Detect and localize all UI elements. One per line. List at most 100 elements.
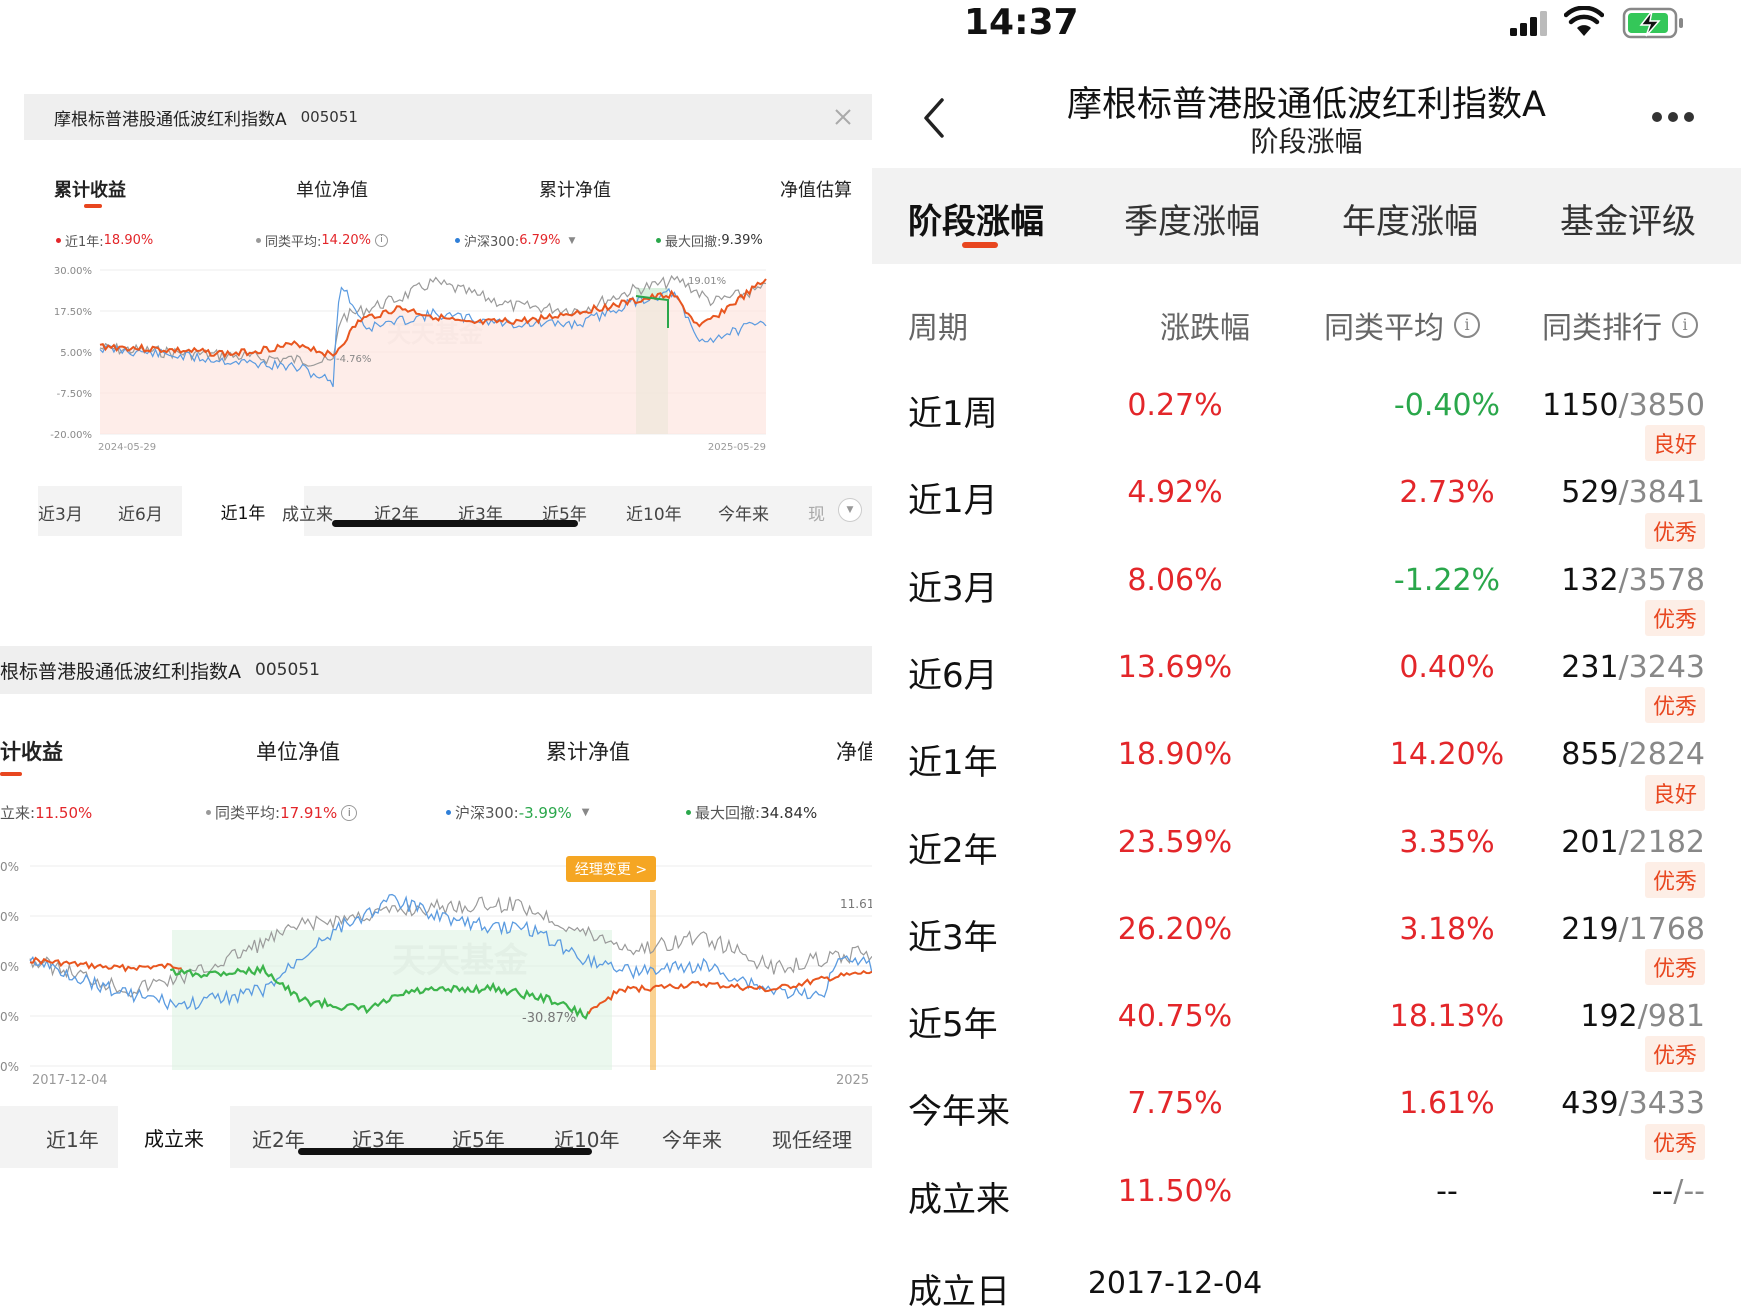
- chevron-down-icon: ▼: [581, 807, 590, 818]
- rating-badge: 优秀: [1644, 512, 1705, 549]
- annotation-right: 11.61: [840, 897, 872, 911]
- inception-row: 成立日 2017-12-04: [872, 1250, 1741, 1306]
- tab-cumulative-return[interactable]: 计收益: [0, 736, 63, 766]
- phone-screen: 14:37 摩根标普港股通低波红利指数A 阶段涨幅 阶段涨幅 季度涨幅 年度涨幅…: [872, 0, 1741, 1306]
- period-tab-6m[interactable]: 近6月: [118, 500, 163, 525]
- annotation-low: -4.76%: [336, 354, 371, 365]
- legend-return: 立来: 11.50%: [0, 803, 93, 823]
- rating-badge: 优秀: [1644, 687, 1705, 724]
- legend-index[interactable]: 沪深300: 6.79% ▼: [455, 231, 575, 250]
- fund-code: 005051: [300, 108, 358, 126]
- period-tab-current[interactable]: 现: [808, 500, 825, 525]
- period-tab-current-manager[interactable]: 现任经理: [772, 1124, 852, 1153]
- wifi-icon: [1564, 6, 1604, 36]
- peer-rank: 132/3578: [1561, 562, 1705, 598]
- tab-underline: [0, 772, 22, 776]
- tab-fund-rating[interactable]: 基金评级: [1560, 194, 1696, 243]
- y-tick-label: -7.50%: [57, 389, 92, 400]
- period-tab-ytd[interactable]: 今年来: [662, 1124, 722, 1153]
- period-tabs-bottom: 近1年 成立来 近2年 近3年 近5年 近10年 今年来 现任经理: [0, 1106, 872, 1168]
- period-tab-1y[interactable]: 近1年: [46, 1124, 99, 1153]
- tab-cumulative-return[interactable]: 累计收益: [54, 176, 126, 202]
- y-tick-label: 30.00%: [54, 266, 92, 277]
- close-icon[interactable]: [834, 108, 852, 126]
- page-subtitle: 阶段涨幅: [1250, 125, 1363, 158]
- period-tab-10y[interactable]: 近10年: [626, 500, 682, 525]
- more-icon[interactable]: [1650, 110, 1696, 124]
- annotation-low: -30.87%: [522, 1011, 576, 1026]
- chevron-down-icon[interactable]: ▼: [838, 498, 862, 522]
- table-row[interactable]: 近2年 23.59% 3.35% 201/2182 良好: [872, 774, 1741, 896]
- fund-code: 005051: [255, 660, 320, 680]
- legend-max-drawdown: 最大回撤: 34.84%: [686, 802, 817, 823]
- peer-rank: 219/1768: [1561, 911, 1705, 947]
- manager-change-marker: [650, 890, 656, 1070]
- peer-rank: --/--: [1651, 1173, 1705, 1209]
- peer-rank: 192/981: [1580, 999, 1705, 1035]
- manager-change-label[interactable]: 经理变更 >: [575, 862, 647, 878]
- segment-tabs: 阶段涨幅 季度涨幅 年度涨幅 基金评级: [872, 168, 1741, 264]
- battery-charging-icon: [1622, 7, 1683, 39]
- tab-quarterly-return[interactable]: 季度涨幅: [1124, 194, 1260, 243]
- info-icon[interactable]: i: [374, 234, 388, 247]
- table-row[interactable]: 近3月 8.06% -1.22% 132/3578 优秀: [872, 512, 1741, 634]
- tab-cumulative-nav[interactable]: 累计净值: [539, 176, 611, 202]
- period-label: 近1年: [908, 743, 998, 784]
- period-tab-3m[interactable]: 近3月: [38, 500, 83, 525]
- table-row[interactable]: 近1月 4.92% 2.73% 529/3841 良好: [872, 425, 1741, 546]
- period-tab-inception[interactable]: 成立来: [282, 500, 333, 525]
- peer-rank: 1150/3850: [1542, 388, 1705, 423]
- y-tick-label: 0%: [0, 860, 19, 874]
- tab-underline: [84, 204, 102, 208]
- header-change: 涨跌幅: [1160, 311, 1250, 346]
- table-row[interactable]: 近1周 0.27% -0.40% 1150/3850: [872, 372, 1741, 459]
- table-row[interactable]: 今年来 7.75% 1.61% 439/3433 优秀: [872, 1036, 1741, 1157]
- legend-max-drawdown: 最大回撤: 9.39%: [656, 231, 763, 250]
- rating-badge: 优秀: [1644, 599, 1705, 636]
- info-icon[interactable]: i: [341, 804, 358, 821]
- table-row[interactable]: 近3年 26.20% 3.18% 219/1768 优秀: [872, 861, 1741, 983]
- peer-rank: 529/3841: [1561, 475, 1705, 511]
- return-chart-top[interactable]: 30.00% 17.50% 5.00% -7.50% -20.00% 2024-05-29…: [40, 258, 860, 480]
- home-indicator: [332, 520, 578, 527]
- period-tab-ytd[interactable]: 今年来: [718, 500, 769, 525]
- y-tick-label: 5.00%: [60, 348, 92, 359]
- rating-badge: 优秀: [1644, 861, 1705, 898]
- legend-index[interactable]: 沪深300: -3.99% ▼: [446, 802, 589, 823]
- tab-cumulative-nav[interactable]: 累计净值: [546, 736, 630, 766]
- y-tick-label: 0%: [0, 1060, 19, 1074]
- period-label: 近6月: [908, 655, 998, 696]
- period-tab-2y[interactable]: 近2年: [252, 1124, 305, 1153]
- tab-unit-nav[interactable]: 单位净值: [296, 176, 368, 202]
- home-indicator: [298, 1148, 592, 1155]
- tab-nav-estimate[interactable]: 净值: [836, 736, 872, 766]
- tab-yearly-return[interactable]: 年度涨幅: [1342, 194, 1478, 243]
- peer-rank: 855/2824: [1561, 737, 1705, 773]
- inception-label: 成立日: [908, 1272, 1010, 1306]
- return-chart-bottom[interactable]: 0%0%0%0%0%2017-12-042025天天基金-30.87%11.61…: [0, 840, 872, 1092]
- table-row[interactable]: 近1年 18.90% 14.20% 855/2824 优秀: [872, 687, 1741, 808]
- header-peer-avg: 同类平均 i: [1324, 303, 1480, 347]
- tab-underline: [962, 242, 998, 248]
- peer-rank: 201/2182: [1561, 824, 1705, 860]
- table-row[interactable]: 近5年 40.75% 18.13% 192/981 优秀: [872, 949, 1741, 1070]
- y-tick-label: 17.50%: [54, 307, 92, 318]
- period-label: 今年来: [908, 1092, 1010, 1133]
- y-tick-label: -20.00%: [50, 430, 92, 441]
- period-label: 近3月: [908, 568, 998, 609]
- rating-badge: 优秀: [1644, 1123, 1705, 1160]
- fund-header-bottom: 根标普港股通低波红利指数A 005051: [0, 646, 872, 694]
- period-tab-inception[interactable]: 成立来: [118, 1106, 230, 1168]
- header-period: 周期: [908, 311, 968, 346]
- period-label: 近1周: [908, 394, 998, 434]
- tab-nav-estimate[interactable]: 净值估算: [780, 176, 852, 202]
- peer-rank: 231/3243: [1561, 649, 1705, 685]
- info-icon[interactable]: i: [1672, 312, 1698, 338]
- tab-period-return[interactable]: 阶段涨幅: [908, 194, 1044, 243]
- info-icon[interactable]: i: [1454, 312, 1480, 338]
- fund-header-top: 摩根标普港股通低波红利指数A 005051: [24, 94, 872, 140]
- tab-unit-nav[interactable]: 单位净值: [256, 736, 340, 766]
- peer-rank: 439/3433: [1561, 1086, 1705, 1122]
- table-row[interactable]: 成立来 11.50% -- --/-- 优秀: [872, 1123, 1741, 1245]
- table-row[interactable]: 近6月 13.69% 0.40% 231/3243 优秀: [872, 599, 1741, 721]
